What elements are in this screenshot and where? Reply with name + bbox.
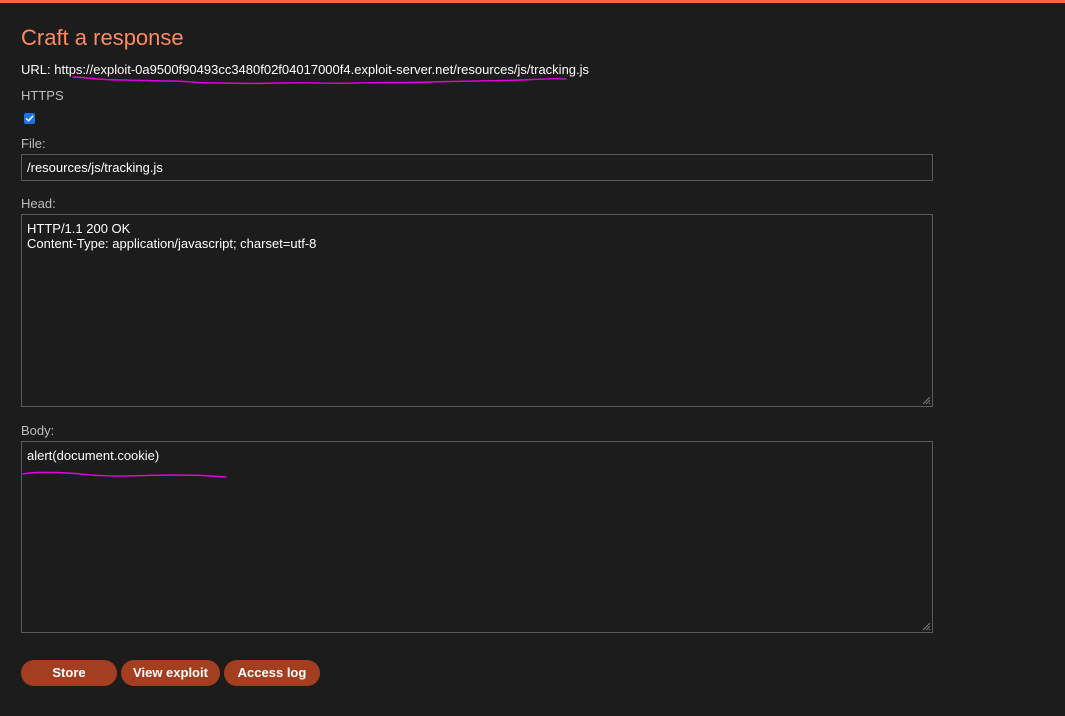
page-title: Craft a response — [21, 25, 184, 50]
url-line: URL: https://exploit-0a9500f90493cc3480f… — [21, 61, 933, 85]
file-label: File: — [21, 136, 46, 151]
https-label: HTTPS — [21, 88, 64, 103]
body-underline-annotation — [22, 471, 227, 478]
url-underline-annotation — [72, 76, 567, 85]
resize-grip-icon[interactable] — [921, 395, 931, 405]
body-text: alert(document.cookie) — [27, 448, 160, 463]
craft-response-form: Craft a response URL: https://exploit-0a… — [21, 3, 933, 686]
access-log-button[interactable]: Access log — [224, 660, 320, 686]
url-label: URL: — [21, 62, 51, 77]
action-buttons: Store View exploit Access log — [21, 660, 933, 686]
body-label: Body: — [21, 423, 55, 438]
head-text: HTTP/1.1 200 OK Content-Type: applicatio… — [27, 221, 317, 251]
https-checkbox-wrap — [21, 111, 933, 125]
https-checkbox[interactable] — [24, 113, 35, 124]
file-input[interactable]: /resources/js/tracking.js — [21, 154, 933, 181]
head-label: Head: — [21, 196, 56, 211]
resize-grip-icon[interactable] — [921, 621, 931, 631]
body-textarea[interactable]: alert(document.cookie) — [21, 441, 933, 633]
view-exploit-button[interactable]: View exploit — [121, 660, 220, 686]
url-value: https://exploit-0a9500f90493cc3480f02f04… — [54, 62, 590, 77]
checkmark-icon — [25, 115, 34, 122]
head-textarea[interactable]: HTTP/1.1 200 OK Content-Type: applicatio… — [21, 214, 933, 407]
store-button[interactable]: Store — [21, 660, 117, 686]
